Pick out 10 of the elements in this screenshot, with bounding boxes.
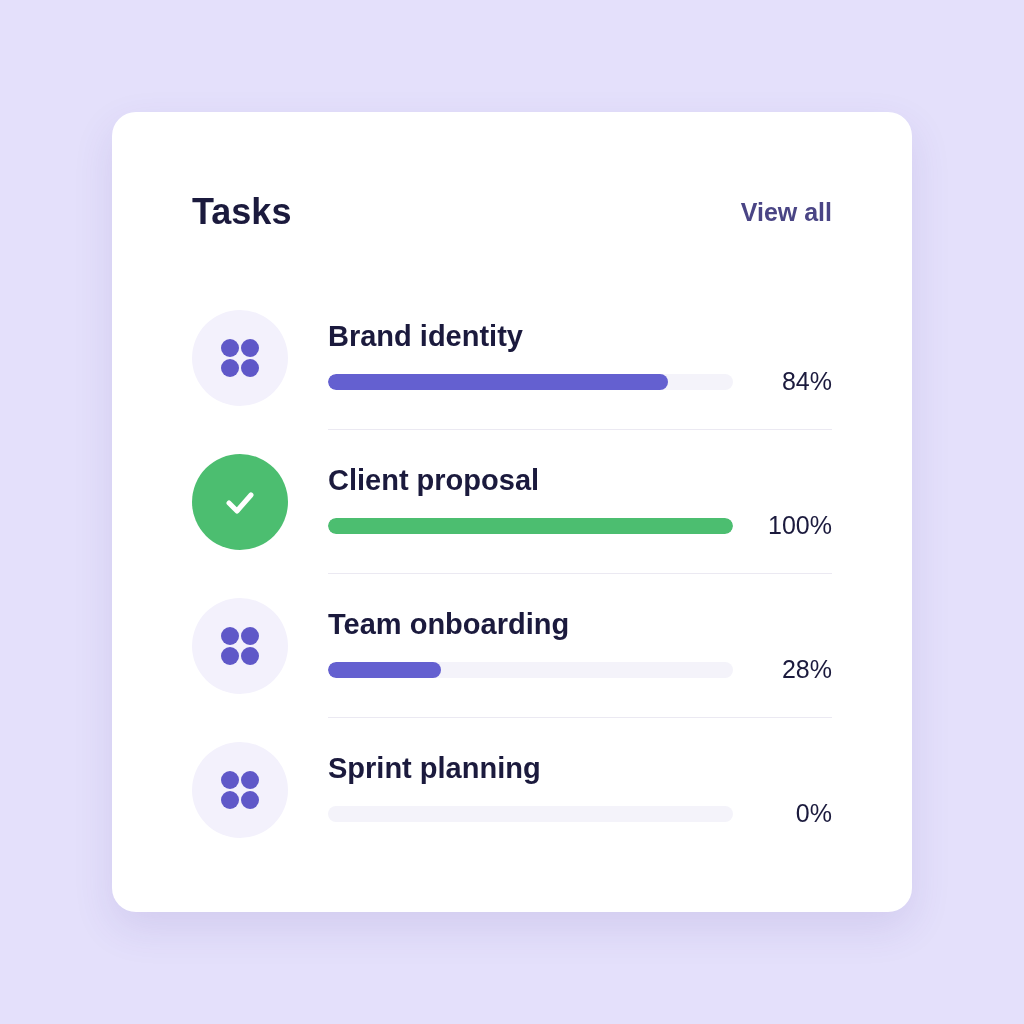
progress-percent: 100%: [768, 511, 832, 540]
task-name: Client proposal: [328, 464, 541, 497]
card-title: Tasks: [192, 191, 292, 233]
task-name: Sprint planning: [328, 752, 542, 785]
task-name: Team onboarding: [328, 608, 571, 641]
progress-percent: 28%: [781, 655, 832, 684]
task-name: Brand identity: [328, 320, 524, 353]
progress-percent: 84%: [781, 367, 832, 396]
view-all-link[interactable]: View all: [740, 197, 832, 227]
progress-percent: 0%: [795, 799, 832, 828]
